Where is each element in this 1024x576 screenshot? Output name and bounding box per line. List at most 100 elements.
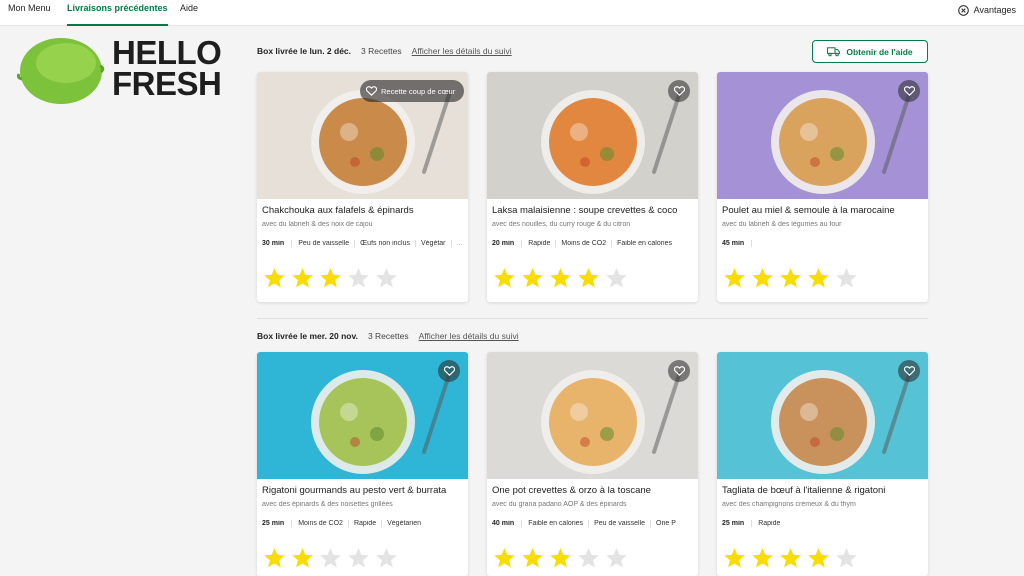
rating-star-icon[interactable] xyxy=(493,547,516,569)
prep-time: 45 min xyxy=(722,240,753,247)
recipe-subtitle: avec des épinards & des noisettes grillé… xyxy=(262,501,393,508)
favorite-button[interactable] xyxy=(668,80,690,102)
rating-star-icon[interactable] xyxy=(347,267,370,289)
recipe-image: Recette coup de cœur xyxy=(257,72,468,199)
hellofresh-logo[interactable]: HELLO FRESH xyxy=(112,36,242,102)
tracking-details-link[interactable]: Afficher les détails du suivi xyxy=(419,331,519,341)
recipe-title[interactable]: Tagliata de bœuf à l'italienne & rigaton… xyxy=(722,485,927,496)
recipe-card[interactable]: Laksa malaisienne : soupe crevettes & co… xyxy=(487,72,698,302)
star-rating[interactable] xyxy=(493,547,628,569)
recipe-card[interactable]: Tagliata de bœuf à l'italienne & rigaton… xyxy=(717,352,928,576)
star-rating[interactable] xyxy=(493,267,628,289)
box-header-2: Box livrée le mer. 20 nov. 3 Recettes Af… xyxy=(257,328,519,344)
recipe-tag: Peu de vaisselle xyxy=(298,240,356,247)
recipe-card[interactable]: Recette coup de cœur Chakchouka aux fala… xyxy=(257,72,468,302)
rating-star-icon[interactable] xyxy=(347,547,370,569)
rating-star-icon[interactable] xyxy=(263,267,286,289)
recipe-image xyxy=(257,352,468,479)
recipe-card[interactable]: Rigatoni gourmands au pesto vert & burra… xyxy=(257,352,468,576)
rating-star-icon[interactable] xyxy=(549,547,572,569)
recipe-image xyxy=(717,72,928,199)
recipe-tag: Faible en calories xyxy=(528,520,590,527)
prep-time: 30 min xyxy=(262,240,293,247)
favorite-label: Recette coup de cœur xyxy=(381,86,456,96)
advantages-button[interactable]: Avantages xyxy=(957,3,1016,17)
rating-star-icon[interactable] xyxy=(605,267,628,289)
close-circle-icon xyxy=(957,4,969,16)
rating-star-icon[interactable] xyxy=(807,267,830,289)
recipe-photo xyxy=(487,352,698,479)
recipe-image xyxy=(717,352,928,479)
rating-star-icon[interactable] xyxy=(521,547,544,569)
recipe-title[interactable]: Chakchouka aux falafels & épinards xyxy=(262,205,467,216)
recipe-tag: Moins de CO2 xyxy=(298,520,349,527)
rating-star-icon[interactable] xyxy=(779,267,802,289)
heart-icon xyxy=(903,366,915,376)
star-rating[interactable] xyxy=(723,267,858,289)
rating-star-icon[interactable] xyxy=(779,547,802,569)
rating-star-icon[interactable] xyxy=(291,547,314,569)
rating-star-icon[interactable] xyxy=(375,547,398,569)
rating-star-icon[interactable] xyxy=(263,547,286,569)
recipe-image xyxy=(487,352,698,479)
recipe-subtitle: avec des champignons crémeux & du thym xyxy=(722,501,856,508)
rating-star-icon[interactable] xyxy=(493,267,516,289)
favorite-button[interactable] xyxy=(898,360,920,382)
recipe-title[interactable]: One pot crevettes & orzo à la toscane xyxy=(492,485,697,496)
recipe-image xyxy=(487,72,698,199)
rating-star-icon[interactable] xyxy=(723,267,746,289)
rating-star-icon[interactable] xyxy=(577,267,600,289)
tab-aide[interactable]: Aide xyxy=(180,0,198,26)
prep-time: 25 min xyxy=(262,520,293,527)
favorite-button[interactable] xyxy=(898,80,920,102)
rating-star-icon[interactable] xyxy=(723,547,746,569)
rating-star-icon[interactable] xyxy=(319,547,342,569)
recipe-title[interactable]: Laksa malaisienne : soupe crevettes & co… xyxy=(492,205,697,216)
rating-star-icon[interactable] xyxy=(291,267,314,289)
recipe-title[interactable]: Poulet au miel & semoule à la marocaine xyxy=(722,205,927,216)
recipe-tags: 40 min Faible en calories Peu de vaisselle… xyxy=(492,520,697,527)
logo-line-2: FRESH xyxy=(112,65,222,102)
rating-star-icon[interactable] xyxy=(521,267,544,289)
heart-icon xyxy=(366,86,377,96)
heart-icon xyxy=(673,366,685,376)
rating-star-icon[interactable] xyxy=(549,267,572,289)
recipe-subtitle: avec des nouilles, du curry rouge & du c… xyxy=(492,221,631,228)
recipe-photo xyxy=(487,72,698,199)
favorite-recipe-button[interactable]: Recette coup de cœur xyxy=(360,80,465,102)
rating-star-icon[interactable] xyxy=(751,547,774,569)
favorite-button[interactable] xyxy=(438,360,460,382)
rating-star-icon[interactable] xyxy=(807,547,830,569)
recipe-tags: 45 min xyxy=(722,240,927,247)
heart-icon xyxy=(443,366,455,376)
rating-star-icon[interactable] xyxy=(751,267,774,289)
rating-star-icon[interactable] xyxy=(835,547,858,569)
favorite-button[interactable] xyxy=(668,360,690,382)
recipe-tag: Rapide xyxy=(758,520,781,527)
recipe-tags: 20 min Rapide Moins de CO2 Faible en calori… xyxy=(492,240,697,247)
star-rating[interactable] xyxy=(263,267,398,289)
recipe-tag: Rapide xyxy=(354,520,383,527)
star-rating[interactable] xyxy=(723,547,858,569)
advantages-label: Avantages xyxy=(973,5,1016,15)
tab-mon-menu[interactable]: Mon Menu xyxy=(8,0,51,26)
rating-star-icon[interactable] xyxy=(577,547,600,569)
recipe-card[interactable]: One pot crevettes & orzo à la toscane av… xyxy=(487,352,698,576)
tab-livraisons-precedentes[interactable]: Livraisons précédentes xyxy=(67,0,168,26)
prep-time: 40 min xyxy=(492,520,523,527)
rating-star-icon[interactable] xyxy=(375,267,398,289)
star-rating[interactable] xyxy=(263,547,398,569)
heart-icon xyxy=(903,86,915,96)
recipe-card[interactable]: Poulet au miel & semoule à la marocaine … xyxy=(717,72,928,302)
recipe-tag: Rapide xyxy=(528,240,557,247)
rating-star-icon[interactable] xyxy=(835,267,858,289)
recipe-tags: 25 min Rapide xyxy=(722,520,927,527)
box-recipe-count: 3 Recettes xyxy=(361,46,402,56)
recipe-title[interactable]: Rigatoni gourmands au pesto vert & burra… xyxy=(262,485,467,496)
prep-time: 25 min xyxy=(722,520,753,527)
prep-time: 20 min xyxy=(492,240,523,247)
rating-star-icon[interactable] xyxy=(605,547,628,569)
get-help-button[interactable]: Obtenir de l'aide xyxy=(812,40,928,63)
tracking-details-link[interactable]: Afficher les détails du suivi xyxy=(412,46,512,56)
rating-star-icon[interactable] xyxy=(319,267,342,289)
